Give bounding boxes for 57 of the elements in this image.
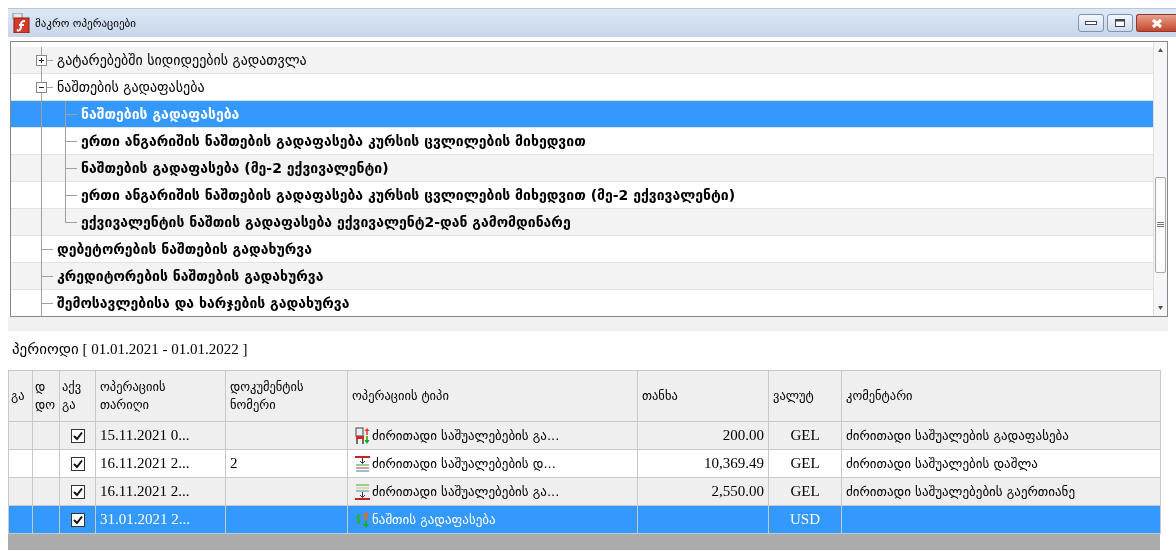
table-cell: ძირითადი საშუალების გადაფასება <box>841 421 1161 450</box>
table-cell: ნაშთის გადაფასება <box>372 512 496 527</box>
chair-arrows-icon <box>354 426 371 445</box>
tree-item[interactable]: ერთი ანგარიშის ნაშთების გადაფასება კურსის ცვლილების მიხედვით <box>11 128 1153 155</box>
column-header[interactable]: თანხა <box>637 370 769 422</box>
checkbox[interactable] <box>70 512 85 527</box>
table-cell: ძირითადი საშუალებების გა... <box>372 484 560 499</box>
minimize-icon <box>1085 20 1097 26</box>
checkbox[interactable] <box>70 456 85 471</box>
period-label: პერიოდი [ 01.01.2021 - 01.01.2022 ] <box>12 341 248 357</box>
scroll-thumb[interactable] <box>1155 177 1166 273</box>
column-header[interactable]: ოპერაციის ტიპი <box>347 370 638 422</box>
column-header[interactable]: გა <box>8 370 33 422</box>
table-cell: 31.01.2021 2... <box>95 505 226 534</box>
tree-item[interactable]: კრედიტორების ნაშთების გადახურვა <box>11 263 1153 290</box>
table-cell: GEL <box>768 477 842 506</box>
table-cell: 15.11.2021 0... <box>95 421 226 450</box>
table-cell: ძირითადი საშუალების დაშლა <box>841 449 1161 478</box>
table-cell: 16.11.2021 2... <box>95 449 226 478</box>
checkbox[interactable] <box>70 484 85 499</box>
column-header[interactable]: დ დო <box>32 370 60 422</box>
tree-item[interactable]: გატარებებში სიდიდეების გადათვლა <box>11 47 1153 74</box>
maximize-icon <box>1114 18 1126 28</box>
stack-down-arrow-icon <box>354 482 371 501</box>
expand-icon[interactable] <box>36 55 47 66</box>
maximize-button[interactable] <box>1107 14 1133 32</box>
tree-item[interactable]: დებეტორების ნაშთების გადახურვა <box>11 236 1153 263</box>
window-title: მაკრო ოპერაციები <box>35 16 137 30</box>
tree-item[interactable]: ნაშთების გადაფასება <box>11 74 1153 101</box>
table-cell: ძირითადი საშუალებების დ... <box>372 456 556 471</box>
table-cell: 16.11.2021 2... <box>95 477 226 506</box>
minimize-button[interactable] <box>1078 14 1104 32</box>
tree-item[interactable]: ექვივალენტის ნაშთის გადაფასება ექვივალენტ2-დან გამომდინარე <box>11 209 1153 236</box>
app-icon <box>12 13 30 33</box>
table-cell: GEL <box>768 449 842 478</box>
checkbox[interactable] <box>70 428 85 443</box>
tree-item[interactable]: ნაშთების გადაფასება (მე-2 ექვივალენტი) <box>11 155 1153 182</box>
table-cell: 2 <box>225 449 348 478</box>
scrollbar[interactable] <box>1153 42 1167 316</box>
table-cell: USD <box>768 505 842 534</box>
dollar-arrows-icon <box>354 510 371 529</box>
tree-item[interactable]: ერთი ანგარიშის ნაშთების გადაფასება კურსის ცვლილების მიხედვით (მე-2 ექვივალენტი) <box>11 182 1153 209</box>
table-cell: ძირითადი საშუალებების გა... <box>372 428 560 443</box>
table-cell: GEL <box>768 421 842 450</box>
collapse-icon[interactable] <box>36 82 47 93</box>
table-cell: ძირითადი საშუალებების გაერთიანე <box>841 477 1161 506</box>
table-cell: 200.00 <box>637 421 769 450</box>
table-cell: 2,550.00 <box>637 477 769 506</box>
column-header[interactable]: დოკუმენტის ნომერი <box>225 370 348 422</box>
column-header[interactable]: ოპერაციის თარიღი <box>95 370 226 422</box>
close-button[interactable] <box>1136 14 1176 32</box>
column-header[interactable]: კომენტარი <box>841 370 1161 422</box>
column-header[interactable]: აქვ გა <box>59 370 96 422</box>
column-header[interactable]: ვალუტ <box>768 370 842 422</box>
table-cell: 10,369.49 <box>637 449 769 478</box>
stack-down-arrow-icon <box>354 454 371 473</box>
close-icon <box>1150 17 1163 29</box>
